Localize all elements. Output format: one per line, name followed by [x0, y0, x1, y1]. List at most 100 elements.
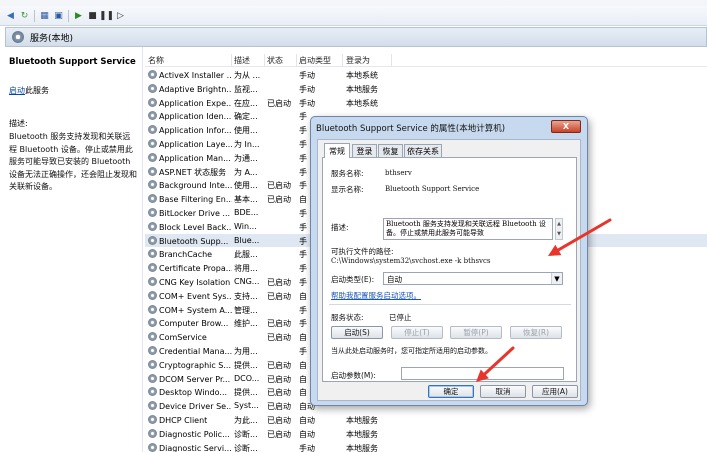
- service-gear-icon: [148, 359, 157, 369]
- help-icon[interactable]: ▣: [52, 9, 65, 22]
- service-name-text: DCOM Server Pr...: [159, 374, 231, 384]
- service-name-cell: Application Infor...: [148, 125, 232, 135]
- pause-service-icon[interactable]: ❚❚: [99, 9, 114, 22]
- apply-button[interactable]: 应用(A): [532, 385, 578, 398]
- pause-button[interactable]: 暂停(P): [450, 326, 502, 339]
- service-gear-icon: [148, 194, 157, 204]
- service-gear-icon: [148, 138, 157, 148]
- service-name-cell: Cryptographic S...: [148, 359, 232, 370]
- restart-service-icon[interactable]: ▷: [114, 9, 127, 22]
- service-gear-icon: [148, 387, 157, 397]
- cancel-button[interactable]: 取消: [480, 385, 526, 398]
- service-name-text: Application Expe...: [159, 98, 232, 108]
- service-name-cell: Block Level Back...: [148, 221, 232, 232]
- service-name-text: COM+ System A...: [159, 305, 232, 315]
- startup-type-select[interactable]: 自动 ▼: [383, 272, 563, 285]
- service-name-text: Base Filtering En...: [159, 195, 232, 205]
- service-startup-cell: 手动: [299, 98, 315, 108]
- tab-dependencies[interactable]: 依存关系: [404, 144, 442, 157]
- resume-button[interactable]: 恢复(R): [510, 326, 562, 339]
- service-gear-icon: [148, 345, 157, 355]
- service-name-text: Cryptographic S...: [159, 360, 232, 370]
- service-description-cell: 管理...: [234, 305, 258, 315]
- description-scrollbar[interactable]: ▲ ▼: [555, 218, 563, 240]
- table-row[interactable]: DHCP Client 为此... 已启动 自动 本地服务: [145, 413, 707, 427]
- table-row[interactable]: Adaptive Brightn... 监视... 手动 本地服务: [145, 82, 707, 96]
- service-gear-icon: [148, 83, 157, 93]
- table-row[interactable]: Application Expe... 在应... 已启动 手动 本地系统: [145, 96, 707, 110]
- service-status-cell: 已启动: [267, 402, 291, 412]
- service-gear-icon: [148, 70, 157, 79]
- table-row[interactable]: Diagnostic Polic... 诊断... 已启动 自动 本地服务: [145, 427, 707, 441]
- service-startup-cell: 手动: [299, 84, 315, 94]
- service-gear-icon: [148, 290, 157, 300]
- close-button[interactable]: X: [551, 120, 581, 133]
- stop-button[interactable]: 停止(T): [391, 326, 443, 339]
- description-label: 描述:: [9, 119, 28, 128]
- tab-logon[interactable]: 登录: [352, 144, 377, 157]
- column-name[interactable]: 名称: [148, 55, 164, 66]
- properties-dialog: Bluetooth Support Service 的属性(本地计算机) X 常…: [310, 116, 588, 406]
- service-gear-icon: [148, 152, 157, 162]
- service-description-cell: Syst...: [234, 401, 259, 411]
- service-name-cell: Credential Mana...: [148, 345, 232, 356]
- service-name-cell: Application Man...: [148, 152, 232, 163]
- service-startup-cell: 手动: [299, 443, 315, 452]
- service-name-text: Application Man...: [159, 153, 231, 163]
- service-description-cell: 在应...: [234, 98, 258, 108]
- service-gear-icon: [148, 235, 157, 245]
- start-service-icon[interactable]: ▶: [72, 9, 85, 22]
- service-name-cell: Computer Brow...: [148, 318, 232, 328]
- properties-icon[interactable]: ▦: [38, 9, 51, 22]
- service-name-text: ASP.NET 状态服务: [159, 167, 227, 177]
- tab-general[interactable]: 常规: [324, 143, 350, 158]
- services-header: 服务(本地): [5, 27, 707, 47]
- service-status-cell: 已启动: [267, 374, 291, 384]
- startup-type-value: 自动: [387, 275, 402, 284]
- description-text: Bluetooth 服务支持发现和关联远程 Bluetooth 设备。停止或禁用…: [9, 132, 137, 191]
- start-button[interactable]: 启动(S): [331, 326, 383, 339]
- service-name-value: bthserv: [385, 169, 412, 177]
- service-name-text: Desktop Windo...: [159, 388, 228, 398]
- service-gear-icon: [148, 401, 157, 411]
- service-description-cell: 监视...: [234, 84, 258, 94]
- service-name-text: ComService: [159, 333, 207, 343]
- service-name-text: CNG Key Isolation: [159, 277, 231, 287]
- start-service-link[interactable]: 启动: [9, 86, 25, 95]
- help-configure-link[interactable]: 帮助我配置服务启动选项。: [331, 290, 421, 301]
- service-description-cell: 为用...: [234, 346, 258, 356]
- service-logon-cell: 本地系统: [346, 98, 378, 108]
- service-name-text: Adaptive Brightn...: [159, 84, 232, 94]
- service-description-cell: 为此...: [234, 415, 258, 425]
- sort-arrow-icon: ˆ: [185, 53, 189, 58]
- column-logon-as[interactable]: 登录为: [346, 55, 370, 66]
- column-status[interactable]: 状态: [267, 55, 283, 66]
- service-description-cell: 为 A...: [234, 167, 258, 177]
- service-status-cell: 已启动: [267, 388, 291, 398]
- refresh-icon[interactable]: ↻: [18, 9, 31, 22]
- service-gear-icon: [148, 442, 157, 452]
- column-description[interactable]: 描述: [234, 55, 250, 66]
- description-field[interactable]: Bluetooth 服务支持发现和关联远程 Bluetooth 设备。停止或禁用…: [383, 218, 553, 240]
- column-startup-type[interactable]: 启动类型: [299, 55, 331, 66]
- description-pane: Bluetooth Support Service 启动此服务 描述: Blue…: [5, 47, 143, 452]
- back-icon[interactable]: ◀: [4, 9, 17, 22]
- tab-recovery[interactable]: 恢复: [378, 144, 403, 157]
- general-tab-panel: 服务名称: bthserv 显示名称: Bluetooth Support Se…: [322, 157, 577, 382]
- service-title: Bluetooth Support Service: [9, 57, 136, 67]
- service-status-value: 已停止: [389, 313, 412, 322]
- table-row[interactable]: ActiveX Installer ... 为从 ... 手动 本地系统: [145, 68, 707, 82]
- chevron-down-icon: ▼: [551, 273, 562, 284]
- service-status-cell: 已启动: [267, 319, 291, 329]
- ok-button[interactable]: 确定: [428, 385, 474, 398]
- divider: [329, 304, 571, 305]
- service-description-cell: 诊断...: [234, 443, 258, 452]
- service-name-text: DHCP Client: [159, 415, 208, 425]
- service-description-cell: 此服...: [234, 250, 258, 260]
- stop-service-icon[interactable]: ■: [86, 9, 99, 22]
- table-row[interactable]: Diagnostic Servi... 诊断... 手动 本地服务: [145, 441, 707, 452]
- start-params-input[interactable]: [401, 367, 564, 380]
- service-description-cell: Win...: [234, 221, 257, 231]
- gear-icon: [12, 31, 24, 43]
- service-name-cell: Certificate Propa...: [148, 263, 232, 273]
